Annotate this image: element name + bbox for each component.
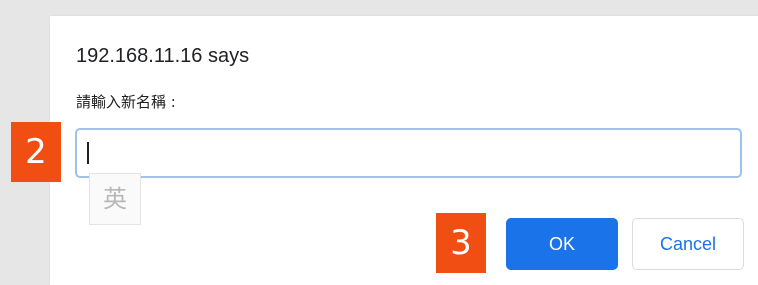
ime-mode-indicator: 英 (89, 173, 141, 225)
step-badge-2: 2 (11, 122, 61, 182)
prompt-dialog: 192.168.11.16 says 請輸入新名稱 : 英 OK Cancel (50, 16, 758, 285)
cancel-button[interactable]: Cancel (632, 218, 744, 270)
ok-button[interactable]: OK (506, 218, 618, 270)
text-caret (87, 142, 89, 164)
dialog-message: 請輸入新名稱 : (76, 93, 176, 111)
dialog-title: 192.168.11.16 says (76, 45, 250, 67)
name-input[interactable] (75, 128, 742, 178)
step-badge-3: 3 (436, 213, 486, 273)
page: 192.168.11.16 says 請輸入新名稱 : 英 OK Cancel … (0, 0, 758, 285)
